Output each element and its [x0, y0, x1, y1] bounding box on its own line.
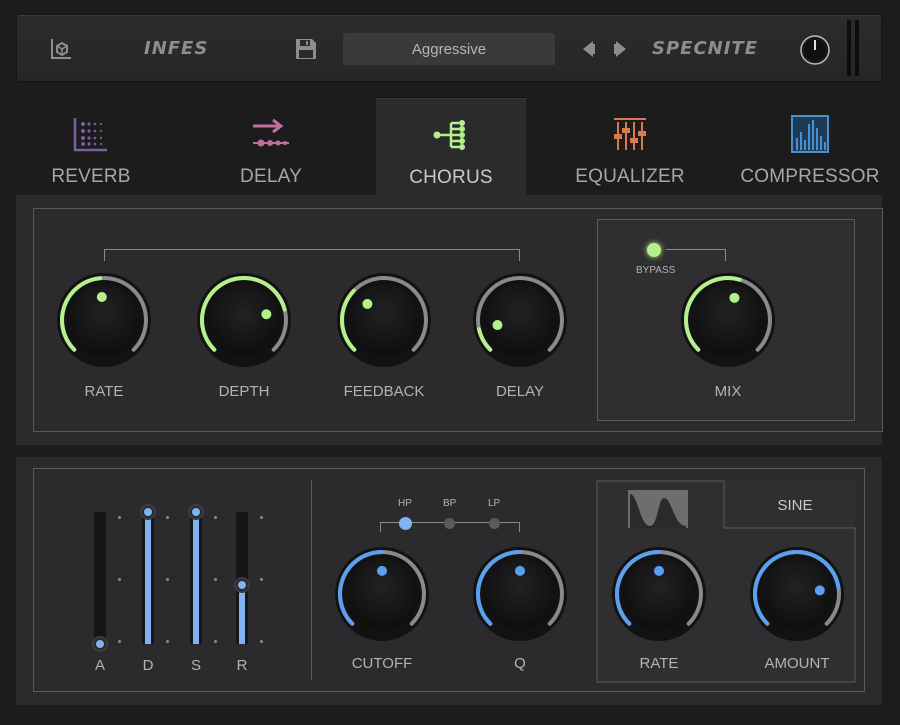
slider-tick: [260, 578, 263, 581]
slider-tick: [260, 640, 263, 643]
chorus-delay-label: DELAY: [495, 383, 545, 400]
chorus-delay-knob[interactable]: [472, 272, 568, 368]
tab-reverb[interactable]: REVERB: [16, 98, 166, 195]
delay-arrow-icon: [253, 118, 289, 147]
brand-right-logo: SPECNITE: [652, 38, 758, 59]
chorus-feedback-knob[interactable]: [336, 272, 432, 368]
filter-mode-lp-button[interactable]: [489, 518, 500, 529]
filter-q-label: Q: [514, 655, 526, 672]
chorus-rate-knob[interactable]: [56, 272, 152, 368]
chorus-depth-label: DEPTH: [218, 383, 270, 400]
slider-tick: [214, 640, 217, 643]
bypass-label: BYPASS: [636, 265, 676, 276]
equalizer-sliders-icon: [614, 118, 646, 150]
chorus-depth-knob[interactable]: [196, 272, 292, 368]
filter-q-knob[interactable]: [472, 546, 568, 642]
slider-tick: [166, 640, 169, 643]
filter-cutoff-knob[interactable]: [334, 546, 430, 642]
slider-tick: [166, 516, 169, 519]
envelope-a-slider-handle[interactable]: [92, 636, 108, 652]
lfo-amount-label: AMOUNT: [764, 655, 830, 672]
filter-mode-bp-button[interactable]: [444, 518, 455, 529]
chorus-mix-label: MIX: [714, 383, 742, 400]
slider-tick: [260, 516, 263, 519]
plugin-cube-icon[interactable]: [48, 36, 74, 62]
slider-tick: [118, 516, 121, 519]
tab-compressor-label: COMPRESSOR: [740, 166, 880, 187]
chorus-tree-icon: [433, 120, 465, 150]
envelope-d-label: D: [142, 657, 154, 674]
slider-tick: [118, 640, 121, 643]
slider-tick: [214, 578, 217, 581]
lfo-rate-label: RATE: [639, 655, 679, 672]
tab-compressor[interactable]: COMPRESSOR: [735, 98, 885, 195]
envelope-s-label: S: [190, 657, 201, 674]
lfo-amount-knob[interactable]: [749, 546, 845, 642]
envelope-r-slider-fill: [239, 584, 245, 644]
bypass-link-line: [666, 249, 726, 261]
tab-chorus[interactable]: CHORUS: [376, 98, 526, 195]
save-icon[interactable]: [294, 37, 318, 61]
bypass-led-toggle[interactable]: [647, 243, 661, 257]
filter-mode-lp-label: LP: [488, 498, 501, 509]
envelope-s-slider-fill: [193, 512, 199, 644]
envelope-s-slider-handle[interactable]: [188, 504, 204, 520]
envelope-d-slider-fill: [145, 512, 151, 644]
previous-preset-arrow-icon[interactable]: [581, 39, 597, 59]
tab-equalizer[interactable]: EQUALIZER: [555, 98, 705, 195]
sine-wave-shape-icon[interactable]: [628, 490, 688, 528]
chorus-feedback-label: FEEDBACK: [343, 383, 425, 400]
slider-tick: [118, 578, 121, 581]
tab-chorus-label: CHORUS: [409, 167, 493, 188]
preset-name-field[interactable]: Aggressive: [343, 33, 555, 65]
section-divider: [311, 480, 312, 680]
envelope-r-slider-handle[interactable]: [234, 576, 250, 593]
filter-mode-hp-label: HP: [398, 498, 412, 509]
tab-delay[interactable]: DELAY: [196, 98, 346, 195]
envelope-a-slider-track[interactable]: [94, 512, 106, 644]
tab-equalizer-label: EQUALIZER: [575, 166, 685, 187]
slider-tick: [214, 516, 217, 519]
output-volume-knob[interactable]: [800, 35, 830, 65]
lfo-rate-knob[interactable]: [611, 546, 707, 642]
output-level-meter: [846, 20, 860, 76]
filter-mode-hp-button[interactable]: [399, 517, 412, 530]
chorus-rate-label: RATE: [84, 383, 124, 400]
slider-tick: [166, 578, 169, 581]
tab-delay-label: DELAY: [240, 166, 302, 187]
envelope-a-label: A: [94, 657, 105, 674]
chorus-mix-knob[interactable]: [680, 272, 776, 368]
tab-reverb-label: REVERB: [51, 166, 131, 187]
brand-left-logo: INFES: [144, 38, 209, 59]
reverb-dots-icon: [73, 118, 107, 152]
next-preset-arrow-icon[interactable]: [612, 39, 628, 59]
lfo-shape-label[interactable]: SINE: [765, 497, 825, 514]
filter-mode-bp-label: BP: [443, 498, 457, 509]
envelope-d-slider-handle[interactable]: [140, 504, 156, 520]
knob-link-bracket: [104, 249, 520, 261]
envelope-r-label: R: [236, 657, 248, 674]
filter-cutoff-label: CUTOFF: [351, 655, 413, 672]
compressor-meter-icon: [791, 115, 829, 153]
